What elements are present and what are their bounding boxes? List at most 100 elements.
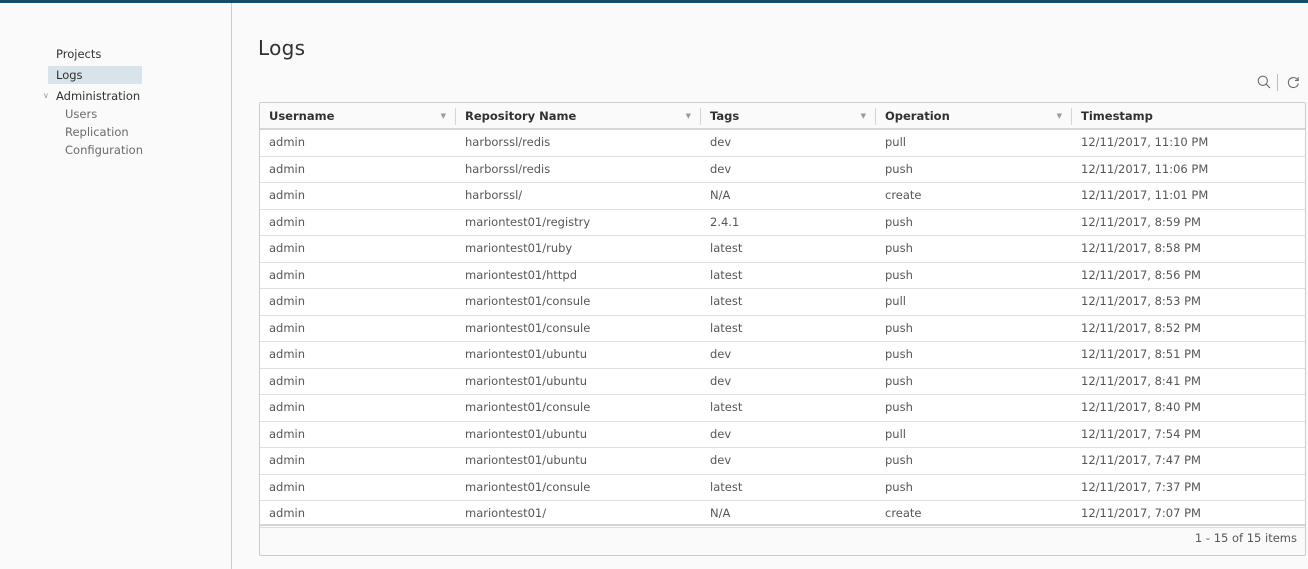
cell-repository-name: harborssl/redis: [465, 135, 551, 149]
cell-username: admin: [269, 373, 306, 388]
sidebar-item-projects[interactable]: Projects: [48, 45, 228, 63]
cell-operation: push: [885, 479, 913, 494]
cell-repository-name: mariontest01/: [465, 506, 547, 520]
cell-timestamp: 12/11/2017, 11:01 PM: [1081, 188, 1209, 202]
cell-repository-name: mariontest01/ubuntu: [465, 453, 588, 467]
table-row[interactable]: admin mariontest01/consule latest push 12/11…: [260, 475, 1305, 501]
grid-toolbar: [1255, 73, 1302, 91]
cell-tag: latest: [710, 400, 743, 414]
table-row[interactable]: admin mariontest01/N/A create 12/11/2017, 7…: [260, 501, 1305, 528]
table-row[interactable]: admin harborssl/N/A create 12/11/2017, 11:0…: [260, 183, 1305, 210]
cell-operation: create: [885, 188, 922, 202]
table-row[interactable]: admin mariontest01/ubuntu dev pull 12/11/201…: [260, 422, 1305, 448]
table-row[interactable]: admin mariontest01/httpd latest push 12/11/2…: [260, 263, 1305, 289]
column-header-timestamp[interactable]: Timestamp: [1072, 103, 1305, 130]
cell-operation: push: [885, 347, 913, 361]
search-icon: [1257, 75, 1271, 89]
filter-icon[interactable]: ▼: [861, 103, 866, 130]
table-row[interactable]: admin mariontest01/consule latest push 12/11…: [260, 395, 1305, 422]
table-row[interactable]: admin harborssl/redis dev push 12/11/2017, 1…: [260, 157, 1305, 183]
table-row[interactable]: admin mariontest01/ruby latest push 12/11/20…: [260, 236, 1305, 263]
cell-repository-name: mariontest01/httpd: [465, 267, 577, 282]
table-row[interactable]: admin mariontest01/ubuntu dev push 12/11/201…: [260, 448, 1305, 475]
table-row[interactable]: admin mariontest01/ubuntu dev push 12/11/201…: [260, 342, 1305, 369]
cell-username: admin: [269, 294, 306, 308]
table-body: admin harborssl/redis dev pull 12/11/2017, 1…: [260, 130, 1305, 528]
table-row[interactable]: admin mariontest01/registry 2.4.1 push 12/11…: [260, 210, 1305, 236]
column-label: Username: [269, 109, 335, 123]
filter-icon[interactable]: ▼: [441, 103, 446, 130]
cell-operation: push: [885, 241, 913, 255]
cell-username: admin: [269, 453, 306, 467]
cell-repository-name: mariontest01/consule: [465, 320, 591, 335]
cell-operation: push: [885, 214, 913, 229]
cell-timestamp: 12/11/2017, 8:56 PM: [1081, 267, 1201, 282]
cell-timestamp: 12/11/2017, 8:41 PM: [1081, 373, 1201, 388]
column-label: Repository Name: [465, 109, 577, 123]
column-label: Tags: [710, 109, 740, 123]
sidebar-group-administration[interactable]: ∨ Administration: [43, 87, 228, 105]
cell-tag: latest: [710, 241, 743, 255]
table-row[interactable]: admin mariontest01/consule latest pull 12/11…: [260, 289, 1305, 316]
cell-timestamp: 12/11/2017, 7:47 PM: [1081, 453, 1201, 467]
search-button[interactable]: [1255, 73, 1273, 91]
column-header-username[interactable]: Username ▼: [260, 103, 456, 130]
cell-username: admin: [269, 426, 306, 441]
cell-repository-name: mariontest01/ruby: [465, 241, 573, 255]
cell-tag: latest: [710, 479, 743, 494]
logs-table: Username ▼ Repository Name ▼ Tags ▼ Oper…: [259, 102, 1306, 556]
cell-timestamp: 12/11/2017, 8:53 PM: [1081, 294, 1201, 308]
cell-operation: push: [885, 400, 913, 414]
cell-timestamp: 12/11/2017, 8:52 PM: [1081, 320, 1201, 335]
cell-username: admin: [269, 347, 306, 361]
cell-tag: dev: [710, 453, 732, 467]
main-content: Logs Username ▼ Repository Name ▼ Tags ▼…: [233, 3, 1308, 569]
cell-username: admin: [269, 161, 306, 176]
sidebar-item-replication[interactable]: Replication: [48, 123, 228, 141]
cell-timestamp: 12/11/2017, 11:06 PM: [1081, 161, 1209, 176]
cell-operation: push: [885, 453, 913, 467]
table-row[interactable]: admin harborssl/redis dev pull 12/11/2017, 1…: [260, 130, 1305, 157]
cell-operation: pull: [885, 135, 906, 149]
chevron-down-icon[interactable]: ∨: [43, 87, 49, 105]
sidebar-item-logs[interactable]: Logs: [48, 66, 142, 84]
cell-timestamp: 12/11/2017, 7:07 PM: [1081, 506, 1201, 520]
cell-timestamp: 12/11/2017, 7:54 PM: [1081, 426, 1201, 441]
filter-icon[interactable]: ▼: [686, 103, 691, 130]
table-header: Username ▼ Repository Name ▼ Tags ▼ Oper…: [260, 103, 1305, 130]
column-header-operation[interactable]: Operation ▼: [876, 103, 1072, 130]
cell-repository-name: mariontest01/consule: [465, 479, 591, 494]
cell-repository-name: mariontest01/consule: [465, 294, 591, 308]
sidebar-item-configuration[interactable]: Configuration: [48, 141, 228, 159]
cell-repository-name: mariontest01/consule: [465, 400, 591, 414]
cell-tag: dev: [710, 135, 732, 149]
cell-username: admin: [269, 241, 306, 255]
cell-repository-name: mariontest01/ubuntu: [465, 347, 588, 361]
cell-tag: dev: [710, 347, 732, 361]
cell-tag: 2.4.1: [710, 214, 740, 229]
refresh-button[interactable]: [1284, 73, 1302, 91]
cell-timestamp: 12/11/2017, 8:58 PM: [1081, 241, 1201, 255]
cell-tag: N/A: [710, 506, 731, 520]
cell-tag: latest: [710, 294, 743, 308]
cell-timestamp: 12/11/2017, 7:37 PM: [1081, 479, 1201, 494]
cell-username: admin: [269, 214, 306, 229]
cell-operation: push: [885, 373, 913, 388]
cell-timestamp: 12/11/2017, 11:10 PM: [1081, 135, 1209, 149]
cell-tag: latest: [710, 267, 743, 282]
cell-repository-name: harborssl/redis: [465, 161, 551, 176]
cell-username: admin: [269, 188, 306, 202]
column-header-tags[interactable]: Tags ▼: [701, 103, 876, 130]
sidebar-item-users[interactable]: Users: [48, 105, 228, 123]
cell-operation: pull: [885, 294, 906, 308]
cell-repository-name: mariontest01/registry: [465, 214, 591, 229]
table-row[interactable]: admin mariontest01/ubuntu dev push 12/11/201…: [260, 369, 1305, 395]
cell-repository-name: harborssl/: [465, 188, 523, 202]
cell-timestamp: 12/11/2017, 8:51 PM: [1081, 347, 1201, 361]
column-header-repository-name[interactable]: Repository Name ▼: [456, 103, 701, 130]
cell-tag: dev: [710, 426, 732, 441]
filter-icon[interactable]: ▼: [1057, 103, 1062, 130]
cell-tag: dev: [710, 161, 732, 176]
table-row[interactable]: admin mariontest01/consule latest push 12/11…: [260, 316, 1305, 342]
column-label: Timestamp: [1081, 109, 1153, 123]
